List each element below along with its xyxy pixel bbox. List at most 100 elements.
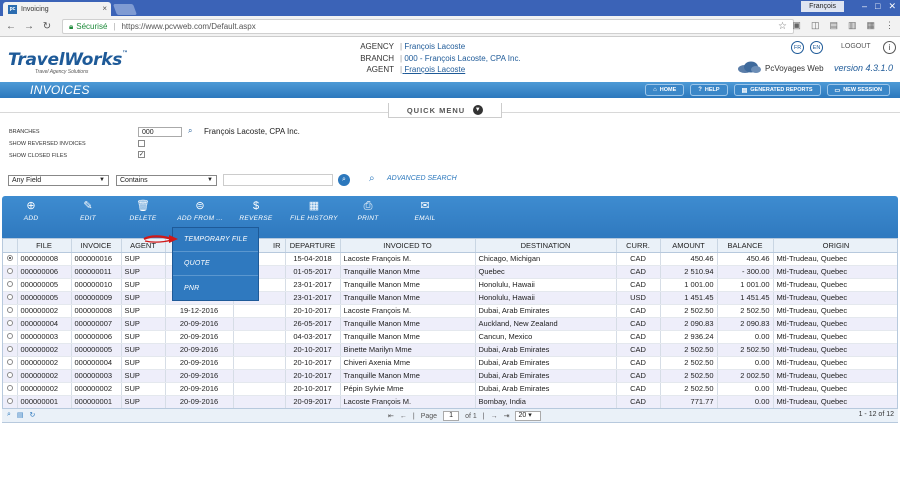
add-button[interactable]: ⊕ ADD xyxy=(6,199,56,222)
branch-search-icon[interactable]: ⌕ xyxy=(188,126,192,136)
close-window-icon[interactable]: ✕ xyxy=(888,1,896,12)
info-icon[interactable]: i xyxy=(883,41,896,54)
row-radio[interactable] xyxy=(6,281,13,287)
reverse-button[interactable]: $ REVERSE xyxy=(231,199,281,222)
page-size-select[interactable]: 20 ▾ xyxy=(515,411,542,421)
row-radio[interactable] xyxy=(6,307,13,313)
home-icon: ⌂ xyxy=(653,87,657,93)
column-header[interactable]: CURR. xyxy=(616,239,661,253)
column-header[interactable]: DESTINATION xyxy=(475,239,617,253)
back-icon[interactable]: ← xyxy=(4,21,18,32)
page-number-input[interactable]: 1 xyxy=(443,411,460,421)
table-row[interactable]: 000000008 000000016 SUP 15-04-2018 Lacoste F… xyxy=(3,252,897,266)
browser-tab[interactable]: pc Invoicing × xyxy=(3,2,111,16)
extension-icon[interactable]: ▦ xyxy=(866,20,875,31)
extension-icon[interactable]: ▣ xyxy=(792,20,801,31)
bookmark-star-icon[interactable]: ☆ xyxy=(778,21,787,32)
column-header[interactable]: DEPARTURE xyxy=(285,239,341,253)
menu-item-pnr[interactable]: PNR xyxy=(173,276,258,300)
column-header[interactable]: INVOICED TO xyxy=(340,239,476,253)
favicon-icon: pc xyxy=(8,4,17,14)
row-radio[interactable] xyxy=(6,398,13,404)
table-row[interactable]: 000000002 000000004 SUP 20-09-2016 20-10-201… xyxy=(3,356,897,370)
help-button[interactable]: ? HELP xyxy=(690,84,728,96)
logout-link[interactable]: LOGOUT xyxy=(841,43,871,50)
extension-icon[interactable]: ▥ xyxy=(848,20,857,31)
table-row[interactable]: 000000004 000000007 SUP 20-09-2016 26-05-201… xyxy=(3,317,897,331)
search-button[interactable]: ⌕ xyxy=(338,174,350,186)
row-radio[interactable] xyxy=(6,385,13,391)
last-page-icon[interactable]: ⇥ xyxy=(504,412,510,420)
row-radio[interactable] xyxy=(6,268,13,274)
show-reversed-checkbox[interactable] xyxy=(138,140,145,147)
export-icon[interactable]: ▤ xyxy=(17,411,24,419)
menu-kebab-icon[interactable]: ⋮ xyxy=(885,20,894,31)
show-closed-checkbox[interactable]: ✓ xyxy=(138,151,145,158)
file-history-button[interactable]: ▦ FILE HISTORY xyxy=(284,199,344,222)
reload-icon[interactable]: ↻ xyxy=(40,21,54,32)
lang-en-button[interactable]: EN xyxy=(810,41,823,54)
table-row[interactable]: 000000002 000000005 SUP 20-09-2016 20-10-201… xyxy=(3,343,897,357)
url-field[interactable]: 🔒︎ Sécurisé | https://www.pcvweb.com/Def… xyxy=(62,19,794,34)
row-radio[interactable] xyxy=(6,359,13,365)
field-select[interactable]: Any Field ▼ xyxy=(8,175,109,186)
forward-icon[interactable]: → xyxy=(22,21,36,32)
table-row[interactable]: 000000001 000000001 SUP 20-09-2016 20-09-201… xyxy=(3,395,897,409)
row-radio[interactable] xyxy=(6,294,13,300)
menu-item-quote[interactable]: QUOTE xyxy=(173,252,258,276)
table-row[interactable]: 000000002 000000003 SUP 20-09-2016 20-10-201… xyxy=(3,369,897,383)
advanced-search-icon[interactable]: ⌕ xyxy=(369,173,375,184)
row-radio[interactable] xyxy=(6,255,13,261)
column-header[interactable]: ORIGIN xyxy=(773,239,897,253)
minimize-icon[interactable]: – xyxy=(862,1,867,12)
file-history-label: FILE HISTORY xyxy=(290,215,338,222)
edit-button[interactable]: ✎ EDIT xyxy=(63,199,113,222)
search-icon[interactable]: ⌕ xyxy=(7,411,11,419)
new-tab-button[interactable] xyxy=(112,4,138,15)
home-button[interactable]: ⌂ HOME xyxy=(645,84,685,96)
table-cell: 000000009 xyxy=(71,291,122,305)
agent-link[interactable]: François Lacoste xyxy=(400,64,521,76)
row-radio[interactable] xyxy=(6,346,13,352)
table-row[interactable]: 000000002 000000002 SUP 20-09-2016 20-10-201… xyxy=(3,382,897,396)
table-row[interactable]: 000000005 000000010 SUP 23-01-2017 Tranquill… xyxy=(3,278,897,292)
maximize-icon[interactable]: □ xyxy=(875,1,880,12)
column-header[interactable]: AMOUNT xyxy=(660,239,718,253)
row-radio[interactable] xyxy=(6,320,13,326)
table-row[interactable]: 000000006 000000011 SUP 01-05-2017 Tranquill… xyxy=(3,265,897,279)
table-cell: 000000006 xyxy=(17,265,72,279)
extension-icon[interactable]: ▤ xyxy=(829,20,838,31)
close-tab-icon[interactable]: × xyxy=(102,4,107,13)
table-row[interactable]: 000000003 000000006 SUP 20-09-2016 04-03-201… xyxy=(3,330,897,344)
column-header[interactable]: BALANCE xyxy=(717,239,774,253)
column-header[interactable]: FILE xyxy=(17,239,72,253)
add-from-button[interactable]: ⊜ ADD FROM ... xyxy=(170,199,230,222)
search-input[interactable] xyxy=(223,174,333,186)
first-page-icon[interactable]: ⇤ xyxy=(388,412,394,420)
next-page-icon[interactable]: → xyxy=(491,413,498,420)
table-cell: 000000011 xyxy=(71,265,122,279)
table-cell: 000000008 xyxy=(71,304,122,318)
table-row[interactable]: 000000005 000000009 SUP 23-01-2017 Tranquill… xyxy=(3,291,897,305)
row-radio[interactable] xyxy=(6,372,13,378)
row-radio[interactable] xyxy=(6,333,13,339)
delete-button[interactable]: 🗑︎ DELETE xyxy=(118,199,168,222)
table-row[interactable]: 000000002 000000008 SUP 19-12-2016 20-10-201… xyxy=(3,304,897,318)
quick-menu-toggle[interactable]: QUICK MENU ▼ xyxy=(388,103,502,118)
operator-select[interactable]: Contains ▼ xyxy=(116,175,217,186)
menu-item-temporary-file[interactable]: TEMPORARY FILE xyxy=(173,228,258,252)
prev-page-icon[interactable]: ← xyxy=(400,413,407,420)
lang-fr-button[interactable]: FR xyxy=(791,41,804,54)
email-button[interactable]: ✉ EMAIL xyxy=(400,199,450,222)
travelworks-logo[interactable]: TravelWorks™ xyxy=(8,50,128,70)
column-header[interactable]: INVOICE xyxy=(71,239,122,253)
refresh-icon[interactable]: ↻ xyxy=(30,411,36,419)
advanced-search-link[interactable]: ADVANCED SEARCH xyxy=(387,175,457,182)
generated-reports-button[interactable]: ▤ GENERATED REPORTS xyxy=(733,84,821,96)
column-header-select xyxy=(3,239,18,253)
new-session-button[interactable]: ▭ NEW SESSION xyxy=(826,84,890,96)
branch-input[interactable]: 000 xyxy=(138,127,182,137)
print-button[interactable]: ⎙ PRINT xyxy=(343,199,393,222)
extension-icon[interactable]: ◫ xyxy=(811,20,820,31)
profile-button[interactable]: François xyxy=(801,1,844,12)
